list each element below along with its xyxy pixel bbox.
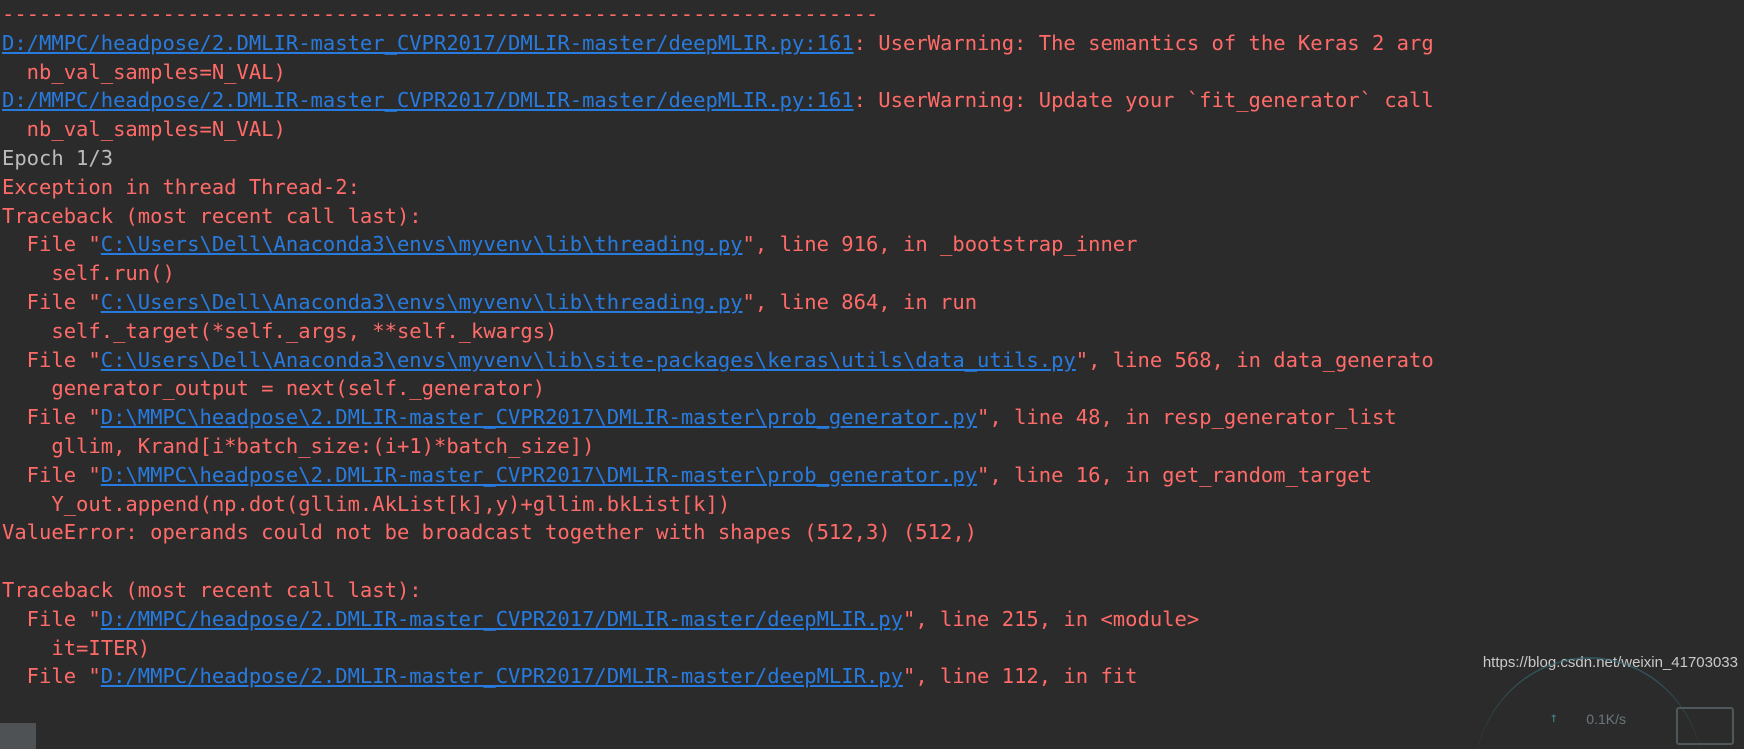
console-text: Traceback (most recent call last): xyxy=(2,577,422,602)
console-line-code-generator-output: generator_output = next(self._generator) xyxy=(0,374,1744,403)
console-line-traceback-1-header: Traceback (most recent call last): xyxy=(0,202,1744,231)
console-text: : UserWarning: The semantics of the Kera… xyxy=(853,30,1434,55)
console-line-divider: ----------------------------------------… xyxy=(0,0,1744,29)
console-line-code-y-out-append: Y_out.append(np.dot(gllim.AkList[k],y)+g… xyxy=(0,490,1744,519)
console-line-traceback-2-header: Traceback (most recent call last): xyxy=(0,576,1744,605)
console-text: Epoch 1/3 xyxy=(2,145,114,170)
console-text: File " xyxy=(2,347,101,372)
console-line-frame-threading-916: File "C:\Users\Dell\Anaconda3\envs\myven… xyxy=(0,230,1744,259)
console-text: ", line 568, in data_generato xyxy=(1075,347,1434,372)
console-text: ", line 112, in fit xyxy=(902,664,1138,689)
console-text: ", line 864, in run xyxy=(742,289,978,314)
console-line-frame-prob-generator-48: File "D:\MMPC\headpose\2.DMLIR-master_CV… xyxy=(0,403,1744,432)
console-text: ----------------------------------------… xyxy=(2,2,879,26)
console-text: self._target(*self._args, **self._kwargs… xyxy=(2,318,558,343)
file-path-link[interactable]: D:/MMPC/headpose/2.DMLIR-master_CVPR2017… xyxy=(2,31,854,55)
tray-box-icon xyxy=(1676,707,1734,745)
console-line-warning-1-arg: nb_val_samples=N_VAL) xyxy=(0,58,1744,87)
file-path-link[interactable]: D:\MMPC\headpose\2.DMLIR-master_CVPR2017… xyxy=(101,405,977,429)
console-text: it=ITER) xyxy=(2,635,151,660)
console-text: ", line 48, in resp_generator_list xyxy=(977,405,1397,430)
console-text: File " xyxy=(2,462,101,487)
console-line-list: ----------------------------------------… xyxy=(0,0,1744,691)
file-path-link[interactable]: C:\Users\Dell\Anaconda3\envs\myvenv\lib\… xyxy=(101,232,743,256)
console-text: nb_val_samples=N_VAL) xyxy=(2,59,286,84)
console-text: ValueError: operands could not be broadc… xyxy=(2,520,978,545)
console-text: File " xyxy=(2,289,101,314)
file-path-link[interactable]: C:\Users\Dell\Anaconda3\envs\myvenv\lib\… xyxy=(101,290,743,314)
console-text: ", line 916, in _bootstrap_inner xyxy=(742,232,1138,257)
console-text: gllim, Krand[i*batch_size:(i+1)*batch_si… xyxy=(2,433,595,458)
upload-arrow-icon: ↑ xyxy=(1549,710,1558,726)
console-line-warning-2-arg: nb_val_samples=N_VAL) xyxy=(0,115,1744,144)
console-text: File " xyxy=(2,606,101,631)
file-path-link[interactable]: D:/MMPC/headpose/2.DMLIR-master_CVPR2017… xyxy=(101,607,903,631)
console-output-panel[interactable]: ----------------------------------------… xyxy=(0,0,1744,749)
console-line-exception-thread: Exception in thread Thread-2: xyxy=(0,173,1744,202)
console-line-frame-data-utils-568: File "C:\Users\Dell\Anaconda3\envs\myven… xyxy=(0,346,1744,375)
console-text: Traceback (most recent call last): xyxy=(2,203,422,228)
console-text: Exception in thread Thread-2: xyxy=(2,174,360,199)
file-path-link[interactable]: C:\Users\Dell\Anaconda3\envs\myvenv\lib\… xyxy=(101,348,1076,372)
file-path-link[interactable]: D:/MMPC/headpose/2.DMLIR-master_CVPR2017… xyxy=(2,88,854,112)
console-line-code-self-run: self.run() xyxy=(0,259,1744,288)
console-text: nb_val_samples=N_VAL) xyxy=(2,117,286,142)
console-text: File " xyxy=(2,405,101,430)
console-gutter-block xyxy=(0,723,36,749)
console-line-frame-deepmlir-215: File "D:/MMPC/headpose/2.DMLIR-master_CV… xyxy=(0,605,1744,634)
console-text: File " xyxy=(2,232,101,257)
console-line-code-self-target: self._target(*self._args, **self._kwargs… xyxy=(0,317,1744,346)
console-line-warning-1: D:/MMPC/headpose/2.DMLIR-master_CVPR2017… xyxy=(0,29,1744,58)
console-text: generator_output = next(self._generator) xyxy=(2,376,546,401)
console-line-frame-prob-generator-16: File "D:\MMPC\headpose\2.DMLIR-master_CV… xyxy=(0,461,1744,490)
console-text: self.run() xyxy=(2,261,175,286)
network-speed-label: 0.1K/s xyxy=(1586,711,1626,727)
console-line-code-gllim-krand: gllim, Krand[i*batch_size:(i+1)*batch_si… xyxy=(0,432,1744,461)
console-line-frame-threading-864: File "C:\Users\Dell\Anaconda3\envs\myven… xyxy=(0,288,1744,317)
console-text: ", line 215, in <module> xyxy=(902,606,1200,631)
console-text: Y_out.append(np.dot(gllim.AkList[k],y)+g… xyxy=(2,491,731,516)
console-line-value-error: ValueError: operands could not be broadc… xyxy=(0,518,1744,547)
console-text: : UserWarning: Update your `fit_generato… xyxy=(853,88,1434,113)
console-line-epoch: Epoch 1/3 xyxy=(0,144,1744,173)
console-text: File " xyxy=(2,664,101,689)
file-path-link[interactable]: D:\MMPC\headpose\2.DMLIR-master_CVPR2017… xyxy=(101,463,977,487)
console-text: ", line 16, in get_random_target xyxy=(977,462,1372,487)
console-line-warning-2: D:/MMPC/headpose/2.DMLIR-master_CVPR2017… xyxy=(0,86,1744,115)
watermark-url: https://blog.csdn.net/weixin_41703033 xyxy=(1482,654,1738,671)
console-line-blank-1 xyxy=(0,547,1744,576)
file-path-link[interactable]: D:/MMPC/headpose/2.DMLIR-master_CVPR2017… xyxy=(101,664,903,688)
